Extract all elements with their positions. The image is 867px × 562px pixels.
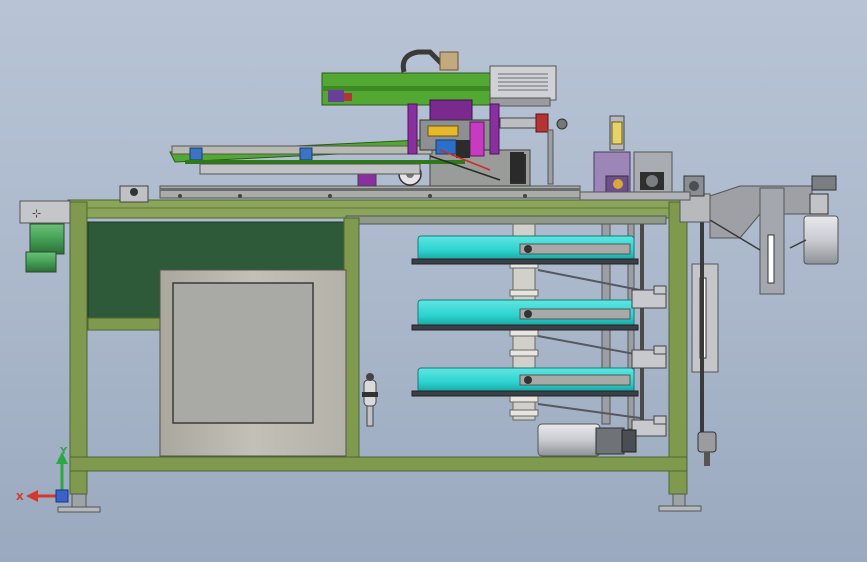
triad-x-label: X	[16, 492, 24, 503]
tray-1	[411, 235, 639, 265]
frame-leg-right	[668, 201, 688, 495]
cabinet-window	[172, 282, 314, 424]
tray-2	[411, 299, 639, 331]
air-filter-regulator	[362, 373, 378, 427]
right-guide-post	[691, 210, 719, 466]
gantry-column-left	[407, 103, 418, 155]
servo-housing	[489, 65, 557, 101]
tray-3	[411, 367, 639, 397]
triad-y-label: Y	[59, 446, 68, 457]
electrical-cabinet	[159, 269, 347, 457]
frame-leg-left	[69, 201, 88, 495]
table-top-plate	[67, 199, 693, 219]
coordinate-triad: Y X	[16, 446, 69, 503]
tray-stack	[411, 223, 667, 457]
machine-drawing: ⊹ Y X	[16, 49, 839, 513]
control-box-assembly	[579, 115, 705, 201]
svg-text:⊹: ⊹	[32, 207, 41, 220]
gantry-column-right	[489, 103, 500, 155]
tray-lift-motor	[537, 423, 637, 457]
left-drive-motor: ⊹	[19, 200, 71, 273]
frame-lower-rail	[69, 456, 688, 472]
